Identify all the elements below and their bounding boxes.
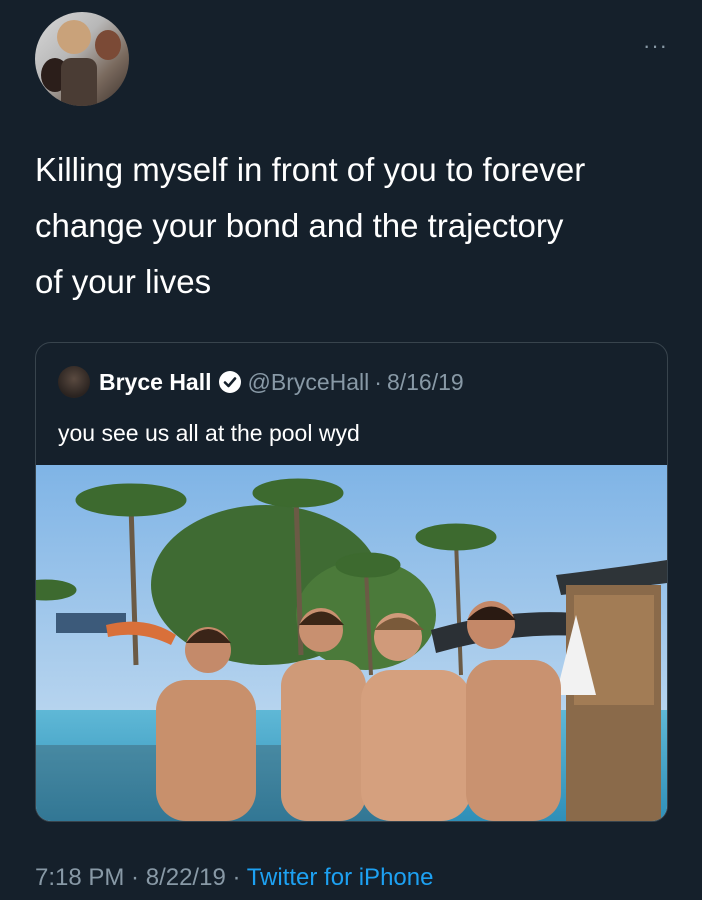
tweet-meta: 7:18 PM · 8/22/19 · Twitter for iPhone	[35, 864, 433, 892]
meta-separator: ·	[225, 864, 247, 891]
quoted-author-name[interactable]: Bryce Hall	[99, 369, 212, 396]
quoted-date[interactable]: 8/16/19	[387, 369, 464, 396]
tweet-date[interactable]: 8/22/19	[146, 864, 226, 891]
meta-separator: ·	[124, 864, 146, 891]
quoted-tweet-header: Bryce Hall @BryceHall · 8/16/19	[58, 364, 464, 400]
quoted-tweet[interactable]: Bryce Hall @BryceHall · 8/16/19 you see …	[35, 342, 668, 822]
tweet-time[interactable]: 7:18 PM	[35, 864, 124, 891]
quoted-separator: ·	[374, 368, 382, 395]
quoted-photo[interactable]	[36, 465, 667, 821]
verified-badge-icon	[218, 371, 241, 393]
tweet-source-link[interactable]: Twitter for iPhone	[247, 864, 434, 891]
quoted-avatar[interactable]	[58, 366, 90, 398]
more-options-icon[interactable]: ···	[643, 33, 668, 59]
profile-avatar[interactable]	[35, 12, 129, 106]
quoted-text: you see us all at the pool wyd	[58, 420, 360, 446]
tweet-text: Killing myself in front of you to foreve…	[35, 151, 586, 300]
quoted-author-handle[interactable]: @BryceHall	[248, 369, 370, 396]
